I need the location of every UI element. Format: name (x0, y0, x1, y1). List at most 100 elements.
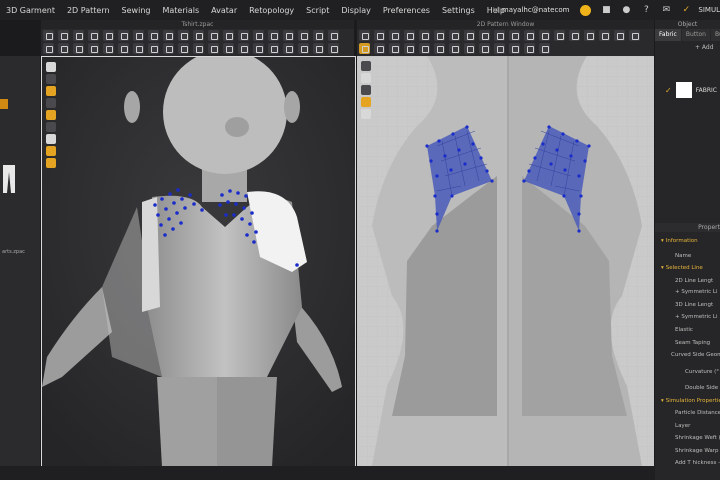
tool-uv-icon[interactable] (313, 30, 324, 41)
tool-2d-circle-icon[interactable] (449, 30, 460, 41)
avatar-display-icon[interactable] (46, 62, 56, 72)
tool-2d-offset-icon[interactable] (449, 43, 460, 54)
tool-size-icon[interactable] (58, 43, 69, 54)
menu-script[interactable]: Script (300, 6, 335, 15)
tool-2d-ruler-icon[interactable] (404, 43, 415, 54)
library-file-name[interactable]: arts.zpac (2, 249, 25, 255)
menu-2d-pattern[interactable]: 2D Pattern (61, 6, 116, 15)
tool-2d-graphic-icon[interactable] (629, 30, 640, 41)
tool-fold-icon[interactable] (88, 30, 99, 41)
tool-2d-fold-icon[interactable] (464, 43, 475, 54)
tool-deactivate-icon[interactable] (193, 43, 204, 54)
menu-sewing[interactable]: Sewing (116, 6, 157, 15)
tool-trim-icon[interactable] (43, 43, 54, 54)
tool-puckering-icon[interactable] (208, 30, 219, 41)
tool-select-icon[interactable] (43, 30, 54, 41)
tool-2d-add-point-icon[interactable] (404, 30, 415, 41)
menu-avatar[interactable]: Avatar (205, 6, 243, 15)
tool-texture-icon[interactable] (298, 30, 309, 41)
notification-icon[interactable]: ■ (600, 4, 612, 16)
tool-2d-dart-icon[interactable] (509, 30, 520, 41)
mode-icon[interactable]: ✓ (680, 4, 692, 16)
tool-2d-slash-icon[interactable] (479, 43, 490, 54)
tool-2d-segment-sewing-icon[interactable] (539, 30, 550, 41)
tool-2d-seam-icon[interactable] (374, 43, 385, 54)
chevron-down-icon[interactable]: ▾ (661, 238, 664, 244)
tool-2d-texture-icon[interactable] (614, 30, 625, 41)
menu-materials[interactable]: Materials (156, 6, 205, 15)
tool-2d-edit-curve-icon[interactable] (389, 30, 400, 41)
tool-2d-trace-icon[interactable] (524, 30, 535, 41)
pants-thumbnail-icon[interactable] (2, 164, 16, 194)
tool-camera-icon[interactable] (133, 43, 144, 54)
menu-preferences[interactable]: Preferences (377, 6, 436, 15)
tool-2d-pleat-icon[interactable] (584, 30, 595, 41)
hand-view-icon[interactable] (46, 110, 56, 120)
tool-2d-grade-icon[interactable] (509, 43, 520, 54)
tool-2d-transform-icon[interactable] (359, 30, 370, 41)
tool-button-icon[interactable] (178, 30, 189, 41)
tool-2d-internal-rect-icon[interactable] (479, 30, 490, 41)
tool-2d-edit-point-icon[interactable] (374, 30, 385, 41)
tool-2d-notch-icon[interactable] (599, 30, 610, 41)
tool-symmetry-icon[interactable] (283, 43, 294, 54)
tool-shape-icon[interactable] (328, 43, 339, 54)
garment-display-icon[interactable] (46, 74, 56, 84)
tab-fabric[interactable]: Fabric (655, 29, 681, 41)
tool-transform-icon[interactable] (58, 30, 69, 41)
tool-topstitch-icon[interactable] (193, 30, 204, 41)
menu-3d-garment[interactable]: 3D Garment (0, 6, 61, 15)
chevron-down-icon[interactable]: ▾ (661, 398, 664, 404)
tool-mesh-icon[interactable] (268, 43, 279, 54)
tool-2d-zoom-icon[interactable] (389, 43, 400, 54)
light-icon[interactable] (46, 146, 56, 156)
tool-strain-icon[interactable] (88, 43, 99, 54)
tab-button[interactable]: Button (681, 29, 710, 41)
tool-2d-layout-icon[interactable] (494, 43, 505, 54)
tool-2d-internal-circle-icon[interactable] (494, 30, 505, 41)
tool-2d-free-sewing-icon[interactable] (554, 30, 565, 41)
camera-view-icon[interactable] (46, 134, 56, 144)
property-row[interactable]: ▾ Selected Line (661, 265, 703, 271)
menu-display[interactable]: Display (335, 6, 377, 15)
tool-zip-icon[interactable] (163, 30, 174, 41)
tool-pressure-icon[interactable] (118, 43, 129, 54)
tool-2d-polygon-icon[interactable] (419, 30, 430, 41)
tool-line-icon[interactable] (133, 30, 144, 41)
menu-retopology[interactable]: Retopology (243, 6, 300, 15)
fabric-render-icon[interactable] (46, 86, 56, 96)
tool-2d-annotation-icon[interactable] (419, 43, 430, 54)
chevron-down-icon[interactable]: ▾ (661, 265, 664, 271)
texture-2d-display-icon[interactable] (361, 109, 371, 119)
tool-arrangement-icon[interactable] (238, 30, 249, 41)
property-row[interactable]: ▾ Simulation Properties (661, 398, 720, 404)
shadow-icon[interactable] (46, 158, 56, 168)
tool-solidify-icon[interactable] (208, 43, 219, 54)
tool-2d-symmetric-icon[interactable] (434, 43, 445, 54)
tool-tack-icon[interactable] (118, 30, 129, 41)
tool-flatten-icon[interactable] (223, 43, 234, 54)
tool-render-icon[interactable] (148, 43, 159, 54)
pattern-display-icon[interactable] (361, 61, 371, 71)
tool-move-icon[interactable] (73, 30, 84, 41)
tool-reset-icon[interactable] (238, 43, 249, 54)
user-account[interactable]: Id mayalhc@natecom (492, 6, 569, 14)
tool-measure-icon[interactable] (148, 30, 159, 41)
texture-display-icon[interactable] (46, 98, 56, 108)
tool-pin-icon[interactable] (103, 30, 114, 41)
profile-icon[interactable]: ● (620, 4, 632, 16)
simulation-label[interactable]: SIMUL (698, 6, 720, 14)
2d-pattern-window[interactable] (357, 56, 654, 466)
add-fabric-button[interactable]: + Add (695, 44, 720, 51)
tool-2d-export-icon[interactable] (539, 43, 550, 54)
tool-fit-icon[interactable] (73, 43, 84, 54)
tab-more[interactable]: Bu (710, 29, 720, 41)
tool-2d-grid-icon[interactable] (359, 43, 370, 54)
tool-sculpt-icon[interactable] (298, 43, 309, 54)
grid-display-icon[interactable] (361, 73, 371, 83)
tool-brush-icon[interactable] (283, 30, 294, 41)
sewing-display-icon[interactable] (361, 97, 371, 107)
tool-2d-rectangle-icon[interactable] (434, 30, 445, 41)
tool-graphic-icon[interactable] (328, 30, 339, 41)
menu-settings[interactable]: Settings (436, 6, 481, 15)
